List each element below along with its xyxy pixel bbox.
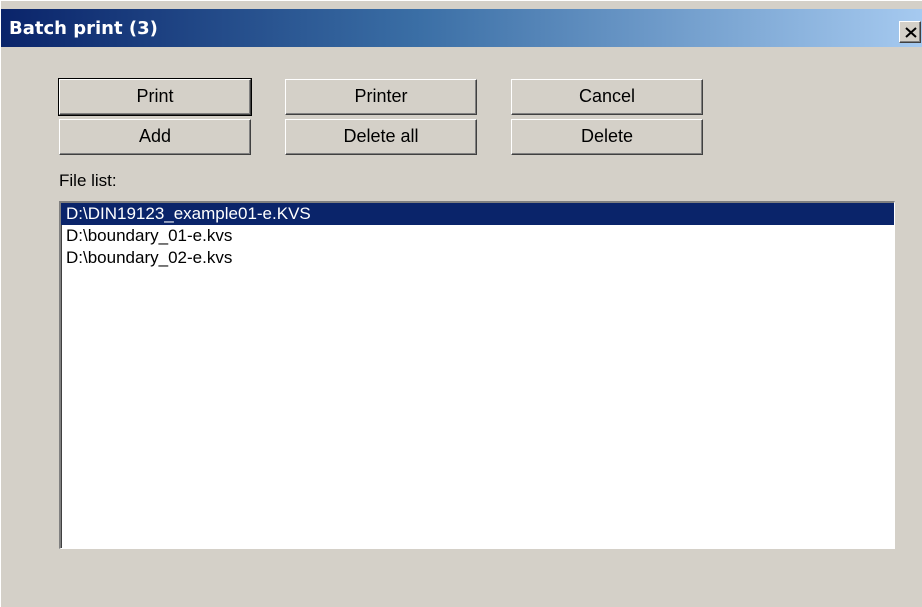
delete-all-button[interactable]: Delete all xyxy=(285,119,477,155)
printer-button[interactable]: Printer xyxy=(285,79,477,115)
window-title: Batch print (3) xyxy=(9,18,158,39)
file-list[interactable]: D:\DIN19123_example01-e.KVS D:\boundary_… xyxy=(59,201,895,549)
list-item[interactable]: D:\DIN19123_example01-e.KVS xyxy=(61,203,894,225)
close-button[interactable] xyxy=(899,21,921,43)
cancel-button[interactable]: Cancel xyxy=(511,79,703,115)
file-list-label: File list: xyxy=(59,171,117,190)
close-icon xyxy=(905,27,917,38)
list-item[interactable]: D:\boundary_02-e.kvs xyxy=(61,247,894,269)
delete-button[interactable]: Delete xyxy=(511,119,703,155)
add-button[interactable]: Add xyxy=(59,119,251,155)
title-bar[interactable]: Batch print (3) xyxy=(1,9,922,47)
batch-print-dialog: Batch print (3) Print Printer Cancel Add… xyxy=(0,0,922,607)
list-item[interactable]: D:\boundary_01-e.kvs xyxy=(61,225,894,247)
print-button[interactable]: Print xyxy=(58,78,252,116)
